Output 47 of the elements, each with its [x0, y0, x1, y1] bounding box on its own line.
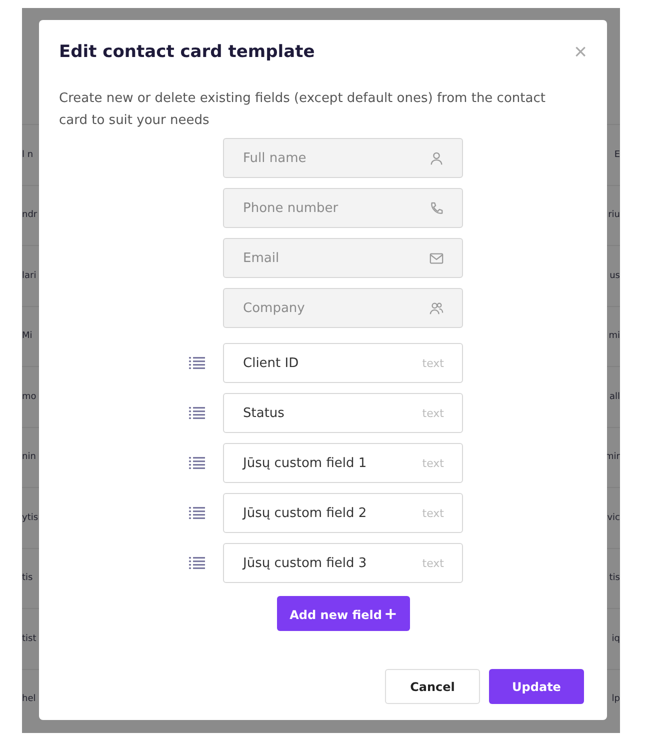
custom-field[interactable]: Jūsų custom field 2 text [223, 493, 463, 533]
person-icon [429, 150, 444, 166]
field-type-label: text [422, 556, 444, 570]
custom-field[interactable]: Status text [223, 393, 463, 433]
cancel-button[interactable]: Cancel [385, 669, 480, 704]
table-cell: ytis [22, 512, 38, 523]
table-cell: mo [22, 392, 36, 402]
table-cell: ndr [22, 210, 38, 220]
field-type-label: text [422, 356, 444, 370]
update-button[interactable]: Update [489, 669, 584, 704]
table-cell: Mi [22, 331, 32, 342]
people-icon [429, 300, 444, 316]
field-type-label: text [422, 506, 444, 520]
default-field: Phone number [223, 188, 463, 228]
table-cell: riu [608, 210, 620, 220]
table-cell: hel [22, 694, 36, 704]
table-cell: all [609, 392, 620, 402]
custom-field[interactable]: Jūsų custom field 1 text [223, 443, 463, 483]
table-cell: mi [608, 331, 620, 342]
table-cell: E [614, 150, 620, 160]
description: Create new or delete existing fields (except default ones) from the contact card to suit your needs [59, 90, 546, 130]
drag-handle-icon[interactable] [189, 407, 205, 419]
phone-icon [429, 200, 444, 216]
default-field: Full name [223, 138, 463, 178]
field-type-label: text [422, 456, 444, 470]
drag-handle-icon[interactable] [189, 357, 205, 369]
field-type-label: text [422, 406, 444, 420]
drag-handle-icon[interactable] [189, 507, 205, 519]
drag-handle-icon[interactable] [189, 457, 205, 469]
table-cell: nin [22, 452, 36, 462]
drag-handle-icon[interactable] [189, 557, 205, 569]
custom-field[interactable]: Client ID text [223, 343, 463, 383]
table-cell: tist [22, 634, 36, 644]
default-field: Company [223, 288, 463, 328]
table-cell: vic [607, 512, 620, 523]
table-cell: iq [612, 634, 620, 644]
table-cell: tis [22, 573, 33, 584]
table-cell: tis [609, 573, 620, 584]
default-field: Email [223, 238, 463, 278]
custom-field[interactable]: Jūsų custom field 3 text [223, 543, 463, 583]
table-cell: l n [22, 150, 34, 160]
add-field-button[interactable]: Add new field+ [277, 596, 410, 631]
dialog-title: Edit contact card template [59, 42, 315, 62]
mail-icon [429, 250, 444, 266]
table-cell: us [610, 270, 620, 281]
table-cell: lp [612, 694, 620, 704]
table-cell: lari [22, 270, 36, 281]
